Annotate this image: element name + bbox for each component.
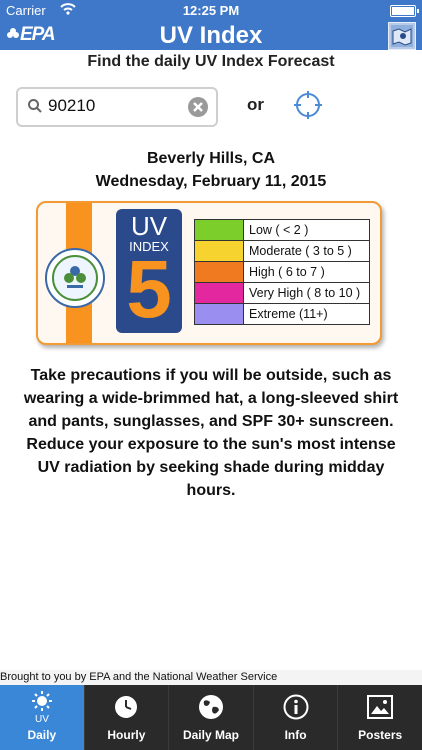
forecast-date: Wednesday, February 11, 2015 <box>95 173 327 190</box>
tab-info[interactable]: Info <box>252 685 338 750</box>
globe-icon <box>169 693 253 721</box>
or-label: or <box>247 95 264 114</box>
legend-label-extreme: Extreme (11+) <box>249 307 328 321</box>
legend-row-very-high: Very High ( 8 to 10 ) <box>194 283 370 304</box>
zip-value[interactable]: 90210 <box>48 96 95 116</box>
epa-seal-icon <box>45 248 105 308</box>
legend-row-low: Low ( < 2 ) <box>194 219 370 241</box>
legend-swatch-extreme <box>195 304 244 324</box>
clear-icon[interactable] <box>187 96 209 118</box>
legend-label-very-high: Very High ( 8 to 10 ) <box>249 286 361 300</box>
status-bar: Carrier 12:25 PM <box>0 0 422 20</box>
uv-legend: Low ( < 2 ) Moderate ( 3 to 5 ) High ( 6… <box>194 219 370 325</box>
tab-daily[interactable]: UV Daily <box>0 685 84 750</box>
legend-swatch-high <box>195 262 244 282</box>
page-title: UV Index <box>159 22 263 49</box>
tab-hourly-label: Hourly <box>107 728 146 742</box>
uv-index-card: UV INDEX 5 Low ( < 2 ) Moderate ( 3 to 5… <box>36 201 382 345</box>
svg-text:UV: UV <box>35 714 49 723</box>
clock-icon <box>85 693 169 721</box>
legend-row-high: High ( 6 to 7 ) <box>194 262 370 283</box>
map-icon[interactable] <box>388 22 416 50</box>
tab-info-label: Info <box>284 728 307 742</box>
legend-swatch-low <box>195 220 244 240</box>
legend-label-low: Low ( < 2 ) <box>249 223 309 237</box>
tab-hourly[interactable]: Hourly <box>83 685 169 750</box>
uv-word: UV <box>130 211 168 241</box>
tab-daily-label: Daily <box>27 728 57 742</box>
info-icon <box>254 693 338 721</box>
uv-advice-text: Take precautions if you will be outside,… <box>23 367 399 499</box>
legend-label-moderate: Moderate ( 3 to 5 ) <box>249 244 352 258</box>
tab-daily-map-label: Daily Map <box>182 728 239 742</box>
legend-label-high: High ( 6 to 7 ) <box>249 265 325 279</box>
credit-text: Brought to you by EPA and the National W… <box>0 670 422 685</box>
clock-time: 12:25 PM <box>182 3 240 18</box>
tab-daily-map[interactable]: Daily Map <box>168 685 253 750</box>
image-icon <box>338 693 422 721</box>
tab-posters-label: Posters <box>358 728 403 742</box>
search-icon <box>28 99 42 113</box>
legend-row-moderate: Moderate ( 3 to 5 ) <box>194 241 370 262</box>
nav-bar: EPA UV Index <box>0 20 422 50</box>
uv-index-value: 5 <box>126 244 172 335</box>
forecast-subtitle: Find the daily UV Index Forecast <box>87 53 335 70</box>
legend-row-extreme: Extreme (11+) <box>194 304 370 325</box>
battery-icon <box>390 5 419 17</box>
tab-bar: UV Daily Hourly Daily Map Info Posters <box>0 685 422 750</box>
current-location-icon[interactable] <box>293 90 323 120</box>
uv-index-badge: UV INDEX 5 <box>116 209 182 335</box>
sun-icon: UV <box>0 691 84 723</box>
zip-search-field[interactable]: 90210 <box>16 87 218 127</box>
location-name: Beverly Hills, CA <box>146 150 276 167</box>
legend-swatch-moderate <box>195 241 244 261</box>
legend-swatch-very-high <box>195 283 244 303</box>
tab-posters[interactable]: Posters <box>337 685 422 750</box>
